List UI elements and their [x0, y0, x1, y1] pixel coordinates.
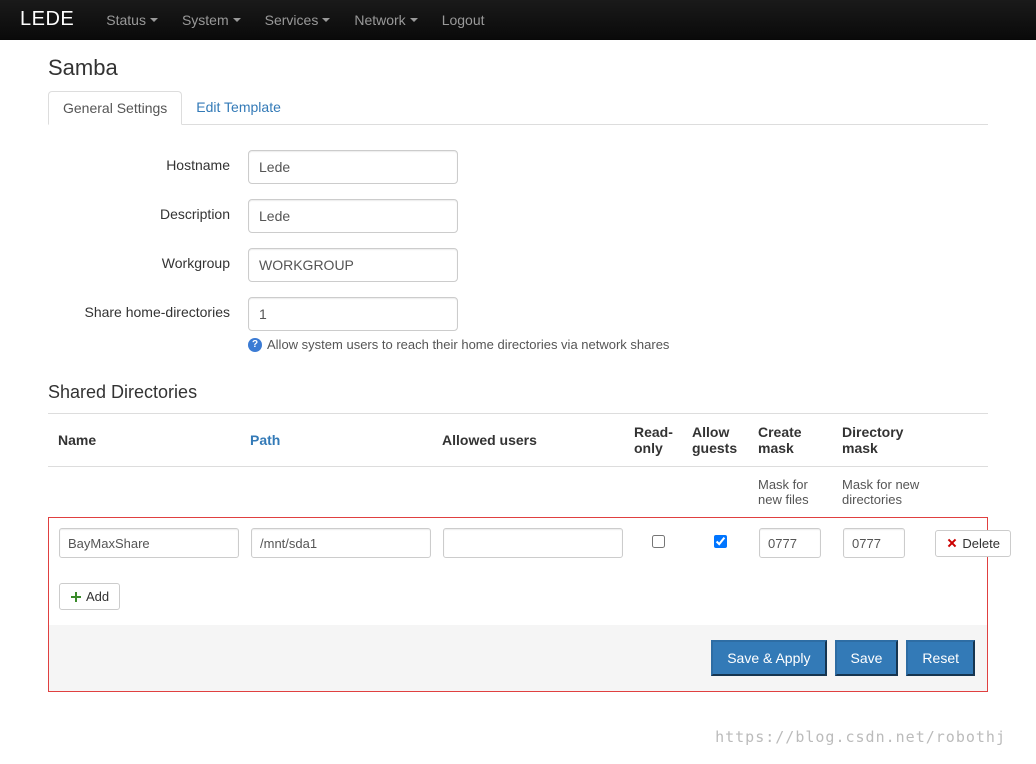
- highlight-region: Delete Add Save & Apply Save Reset: [48, 517, 988, 692]
- th-directory-mask: Directory mask: [842, 424, 922, 456]
- hostname-label: Hostname: [48, 150, 248, 173]
- shared-table: Name Path Allowed users Read-only Allow …: [48, 413, 988, 467]
- nav-label: Network: [354, 12, 405, 28]
- add-button[interactable]: Add: [59, 583, 120, 610]
- nav-services[interactable]: Services: [253, 0, 343, 40]
- hint-directory-mask: Mask for new directories: [842, 477, 922, 507]
- nav-system[interactable]: System: [170, 0, 253, 40]
- share-directory-mask-input[interactable]: [843, 528, 905, 558]
- table-row: Delete: [49, 518, 987, 568]
- table-header-row: Name Path Allowed users Read-only Allow …: [48, 414, 988, 466]
- share-create-mask-input[interactable]: [759, 528, 821, 558]
- th-allowed-users: Allowed users: [442, 432, 622, 448]
- reset-button[interactable]: Reset: [906, 640, 975, 676]
- share-home-help-text: Allow system users to reach their home d…: [267, 337, 669, 352]
- help-icon: ?: [248, 338, 262, 352]
- nav-label: Services: [265, 12, 319, 28]
- chevron-down-icon: [410, 18, 418, 22]
- nav-label: Logout: [442, 12, 485, 28]
- th-create-mask: Create mask: [758, 424, 830, 456]
- tab-edit-template[interactable]: Edit Template: [182, 91, 295, 124]
- description-label: Description: [48, 199, 248, 222]
- save-apply-button[interactable]: Save & Apply: [711, 640, 826, 676]
- workgroup-input[interactable]: [248, 248, 458, 282]
- save-button[interactable]: Save: [835, 640, 899, 676]
- nav-label: Status: [106, 12, 146, 28]
- description-input[interactable]: [248, 199, 458, 233]
- shared-directories-title: Shared Directories: [48, 382, 988, 403]
- share-home-label: Share home-directories: [48, 297, 248, 320]
- page-title: Samba: [48, 55, 988, 81]
- chevron-down-icon: [150, 18, 158, 22]
- share-guests-checkbox[interactable]: [714, 535, 727, 548]
- th-read-only: Read-only: [634, 424, 680, 456]
- tab-general-settings[interactable]: General Settings: [48, 91, 182, 125]
- add-label: Add: [86, 589, 109, 604]
- delete-icon: [946, 537, 958, 549]
- nav-status[interactable]: Status: [94, 0, 170, 40]
- share-name-input[interactable]: [59, 528, 239, 558]
- table-hint-row: Mask for new files Mask for new director…: [48, 467, 988, 517]
- actions-bar: Save & Apply Save Reset: [49, 625, 987, 691]
- share-home-input[interactable]: [248, 297, 458, 331]
- th-name: Name: [58, 432, 238, 448]
- tabs: General Settings Edit Template: [48, 91, 988, 125]
- general-form: Hostname Description Workgroup Share hom…: [48, 150, 988, 352]
- chevron-down-icon: [233, 18, 241, 22]
- delete-button[interactable]: Delete: [935, 530, 1011, 557]
- delete-label: Delete: [962, 536, 1000, 551]
- nav-label: System: [182, 12, 229, 28]
- add-icon: [70, 591, 82, 603]
- hostname-input[interactable]: [248, 150, 458, 184]
- nav-logout[interactable]: Logout: [430, 0, 497, 40]
- share-users-input[interactable]: [443, 528, 623, 558]
- workgroup-label: Workgroup: [48, 248, 248, 271]
- share-path-input[interactable]: [251, 528, 431, 558]
- th-path[interactable]: Path: [250, 432, 430, 448]
- share-readonly-checkbox[interactable]: [652, 535, 665, 548]
- nav-network[interactable]: Network: [342, 0, 429, 40]
- navbar: LEDE Status System Services Network Logo…: [0, 0, 1036, 40]
- hint-create-mask: Mask for new files: [758, 477, 830, 507]
- page-container: Samba General Settings Edit Template Hos…: [38, 40, 998, 722]
- watermark: https://blog.csdn.net/robothj: [715, 728, 1006, 746]
- chevron-down-icon: [322, 18, 330, 22]
- brand-logo: LEDE: [20, 8, 74, 31]
- th-allow-guests: Allow guests: [692, 424, 746, 456]
